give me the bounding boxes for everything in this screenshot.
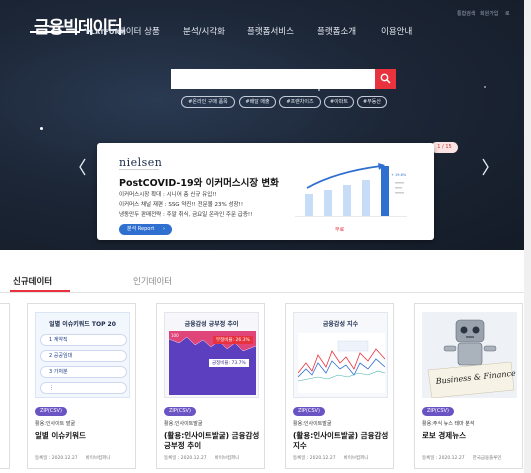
robot-news-image: Business & Finance (422, 312, 517, 398)
carousel-prev-icon[interactable] (78, 157, 87, 177)
data-card[interactable]: Business & Finance ZIP(CSV) 활용:주식 뉴스 테마 … (414, 303, 523, 469)
analysis-report-label: 분석 Report (127, 226, 155, 232)
card-category: 활용:인사이트발굴 (164, 421, 203, 427)
card-title: (활용:인사이트발굴) 금융감성 긍부정 추이 (164, 431, 260, 450)
thumb-title: 일별 이슈키워드 TOP 20 (49, 321, 116, 328)
hero-banner: 금융빅데이터 PLATFORM 데이터 상품 분석/시각화 플랫폼서비스 플랫폼… (0, 0, 531, 250)
card-thumbnail: Business & Finance (422, 312, 517, 398)
search-tag[interactable]: #부동산 (357, 96, 387, 108)
brand-underline (119, 169, 159, 170)
card-publisher: 바이브컴퍼니 (214, 456, 240, 461)
format-badge: ZIP(CSV) (35, 407, 67, 416)
nav-item-platform-intro[interactable]: 플랫폼소개 (317, 25, 356, 37)
banner-card[interactable]: nielsen PostCOVID-19와 이커머스시장 변화 이커머스시장 확… (97, 143, 434, 240)
keyword-item: 1 계약직 (40, 334, 127, 346)
card-title: (활용:인사이트발굴) 금융감성 지수 (293, 431, 389, 450)
search-icon (380, 73, 391, 84)
card-meta: 등록일 : 2020.12.27 바이브컴퍼니 (164, 455, 239, 461)
brand-sub (119, 168, 159, 172)
negative-ratio-label: 부정비율: 26.3% (213, 336, 253, 344)
thumb-title: 금융감성 긍부정 추이 (184, 321, 239, 328)
search-button[interactable] (375, 69, 396, 89)
banner-bar-chart: + 19.6% (295, 163, 407, 217)
tab-new-data[interactable]: 신규데이터 (13, 275, 52, 287)
keyword-item: ⋮ (40, 382, 127, 394)
data-card[interactable]: 일별 이슈키워드 TOP 20 1 계약직 2 공공임대 3 가처분 ⋮ ZIP… (27, 303, 136, 469)
top-navigation: 금융빅데이터 PLATFORM 데이터 상품 분석/시각화 플랫폼서비스 플랫폼… (0, 0, 531, 40)
search-tag[interactable]: #프랜차이즈 (279, 96, 321, 108)
card-publisher: 한국금융플루인 (472, 456, 502, 461)
star-dot (40, 127, 43, 130)
card-publisher: 바이브컴퍼니 (343, 456, 369, 461)
search-tag[interactable]: #온라인 구매 품목 (181, 96, 235, 108)
nav-item-data-products[interactable]: 데이터 상품 (118, 25, 160, 37)
data-card-partial[interactable] (0, 303, 10, 469)
card-date: 등록일 : 2020.12.27 (293, 456, 336, 461)
card-thumbnail: 금융감성 긍부정 추이 100 부정비율: 26.3% 긍정비율: 73.7% (164, 312, 259, 398)
nav-item-guide[interactable]: 이용안내 (381, 25, 412, 37)
format-badge: ZIP(CSV) (164, 407, 196, 416)
banner-line: 이커머스시장 확대 : 시니어 층 신규 유입!! (119, 192, 217, 198)
page-scrollbar[interactable] (524, 0, 531, 473)
card-category: 활용:주식 뉴스 테마 분석 (422, 421, 475, 427)
growth-label: + 19.6% (391, 173, 407, 177)
card-title: 로보 경제뉴스 (422, 431, 467, 440)
card-meta: 등록일 : 2020.12.27 바이브컴퍼니 (35, 455, 110, 461)
search-tag[interactable]: #배달 매출 (239, 96, 276, 108)
sentiment-index-chart (298, 333, 385, 393)
util-signup-link[interactable]: 회원가입 (480, 10, 498, 17)
card-date: 등록일 : 2020.12.27 (422, 456, 465, 461)
util-search-link[interactable]: 통합검색 (457, 10, 475, 17)
banner-line: 냉동만두 판매전략 : 주말 취식, 금요일 온라인 주문 급증!! (119, 212, 253, 218)
card-meta: 등록일 : 2020.12.27 바이브컴퍼니 (293, 455, 368, 461)
keyword-item: 2 공공임대 (40, 350, 127, 362)
logo-underline (30, 31, 80, 33)
card-date: 등록일 : 2020.12.27 (164, 456, 207, 461)
banner-line: 이커머스 채널 재편 : SSG 약진!! 전문몰 23% 성장!! (119, 202, 244, 208)
util-login-link[interactable]: 로 (505, 10, 510, 17)
search-tag[interactable]: #아파트 (324, 96, 354, 108)
tab-divider (0, 292, 531, 293)
free-badge: 무료 (335, 227, 345, 233)
carousel-pager: 1 / 15 (431, 142, 458, 153)
card-thumbnail: 일별 이슈키워드 TOP 20 1 계약직 2 공공임대 3 가처분 ⋮ (35, 312, 130, 398)
carousel-next-icon[interactable] (481, 157, 490, 177)
card-date: 등록일 : 2020.12.27 (35, 456, 78, 461)
chevron-right-icon: › (163, 226, 165, 232)
card-meta: 등록일 : 2020.12.27 한국금융플루인 (422, 455, 502, 461)
thumb-title: 금융감성 지수 (322, 321, 359, 328)
tab-popular-data[interactable]: 인기데이터 (133, 275, 172, 287)
data-card[interactable]: 금융감성 긍부정 추이 100 부정비율: 26.3% 긍정비율: 73.7% … (156, 303, 265, 469)
format-badge: ZIP(CSV) (293, 407, 325, 416)
keyword-item: 3 가처분 (40, 366, 127, 378)
search-box (171, 69, 396, 89)
star-dot (318, 89, 320, 91)
card-publisher: 바이브컴퍼니 (85, 456, 111, 461)
card-category: 활용:인사이트발굴 (293, 421, 332, 427)
nav-item-platform-service[interactable]: 플랫폼서비스 (247, 25, 294, 37)
data-card[interactable]: 금융감성 지수 ZIP(CSV) 활용:인사이트발굴 (활용:인사이트발굴) 금… (285, 303, 394, 469)
banner-title: PostCOVID-19와 이커머스시장 변화 (119, 178, 279, 189)
logo[interactable]: 금융빅데이터 PLATFORM (30, 13, 126, 38)
analysis-report-button[interactable]: 분석 Report › (119, 224, 172, 235)
card-thumbnail: 금융감성 지수 (293, 312, 388, 398)
format-badge: ZIP(CSV) (422, 407, 454, 416)
nav-item-analysis[interactable]: 분석/시각화 (183, 25, 225, 37)
card-category: 활용:인사이트 발굴 (35, 421, 76, 427)
star-dot (484, 86, 486, 88)
card-title: 일별 이슈키워드 (35, 431, 86, 440)
positive-ratio-label: 긍정비율: 73.7% (209, 359, 249, 367)
axis-label-100: 100 (171, 333, 179, 338)
search-input[interactable] (171, 69, 375, 89)
